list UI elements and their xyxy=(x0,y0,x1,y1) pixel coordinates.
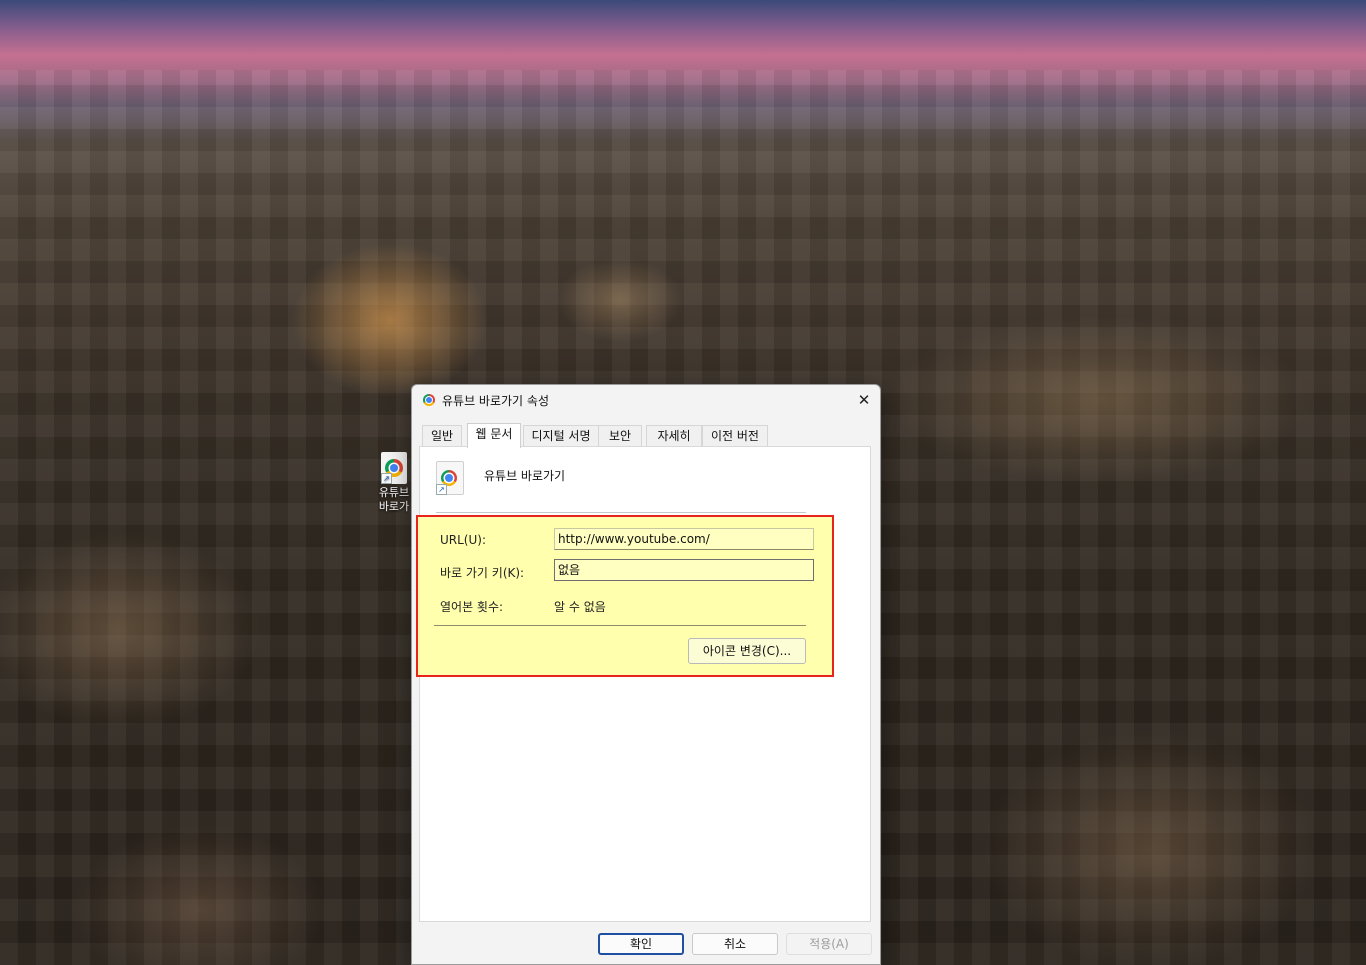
dialog-title: 유튜브 바로가기 속성 xyxy=(442,394,549,408)
url-label: URL(U): xyxy=(440,533,486,547)
desktop-icon-label-line2: 바로가 xyxy=(378,500,410,513)
tab-details[interactable]: 자세히 xyxy=(646,425,702,446)
change-icon-button[interactable]: 아이콘 변경(C)... xyxy=(688,638,806,664)
cancel-button[interactable]: 취소 xyxy=(692,933,778,955)
dialog-titlebar[interactable]: 유튜브 바로가기 속성 ✕ xyxy=(412,385,880,415)
tab-general[interactable]: 일반 xyxy=(422,425,462,446)
chrome-shortcut-icon xyxy=(422,393,436,407)
visits-value: 알 수 없음 xyxy=(554,600,606,614)
tab-digital-signature[interactable]: 디지털 서명 xyxy=(523,425,599,446)
shortcut-name: 유튜브 바로가기 xyxy=(484,469,566,483)
chrome-shortcut-icon: ↗ xyxy=(436,461,464,495)
divider xyxy=(434,625,806,626)
tab-web-document[interactable]: 웹 문서 xyxy=(467,423,521,448)
divider xyxy=(436,512,806,513)
ok-button[interactable]: 확인 xyxy=(598,933,684,955)
close-icon[interactable]: ✕ xyxy=(848,385,880,415)
tab-previous-versions[interactable]: 이전 버전 xyxy=(702,425,768,446)
chrome-shortcut-icon: ↗ xyxy=(381,452,407,484)
apply-button[interactable]: 적용(A) xyxy=(786,933,872,955)
tab-security[interactable]: 보안 xyxy=(598,425,642,446)
desktop-icon-label-line1: 유튜브 xyxy=(378,486,410,499)
desktop-shortcut-youtube[interactable]: ↗ 유튜브 바로가 xyxy=(372,452,416,514)
url-field[interactable]: http://www.youtube.com/ xyxy=(554,528,814,550)
visits-label: 열어본 횟수: xyxy=(440,600,504,614)
hotkey-label: 바로 가기 키(K): xyxy=(440,566,525,580)
highlight-box: URL(U): http://www.youtube.com/ 바로 가기 키(… xyxy=(416,515,834,677)
hotkey-field[interactable]: 없음 xyxy=(554,559,814,581)
